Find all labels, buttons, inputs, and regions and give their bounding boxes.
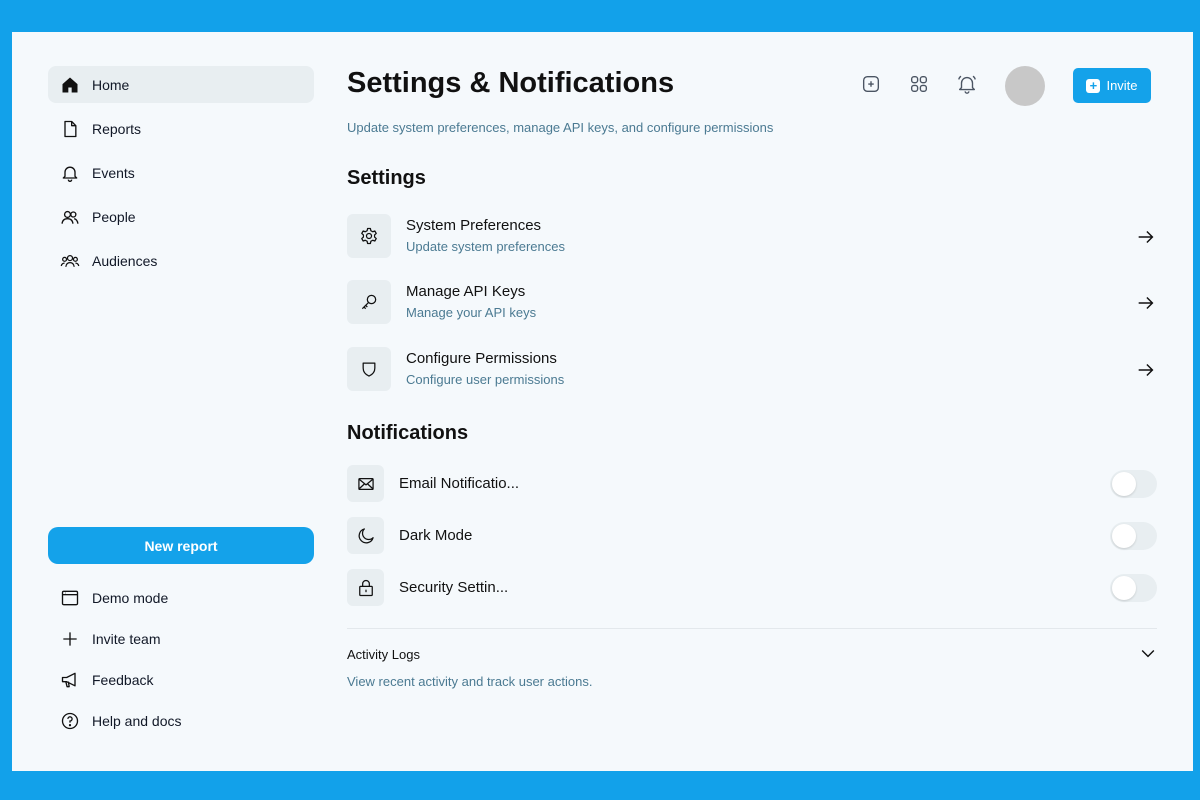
grid-icon[interactable] xyxy=(907,72,931,96)
notification-row-security: Security Settin... xyxy=(347,569,1157,607)
sidebar-item-audiences[interactable]: Audiences xyxy=(48,242,314,279)
activity-logs-title[interactable]: Activity Logs xyxy=(347,647,420,662)
gear-icon xyxy=(347,214,391,258)
setting-description: Configure user permissions xyxy=(406,372,565,387)
setting-row-manage-api-keys[interactable]: Manage API Keys Manage your API keys xyxy=(347,280,1157,326)
dark-mode-toggle[interactable] xyxy=(1110,522,1157,550)
security-settings-toggle[interactable] xyxy=(1110,574,1157,602)
page-subtitle: Update system preferences, manage API ke… xyxy=(347,120,774,135)
sidebar-item-people[interactable]: People xyxy=(48,198,314,235)
arrow-right-icon xyxy=(1138,363,1154,377)
moon-icon xyxy=(347,517,384,554)
sidebar-item-label: Reports xyxy=(92,120,142,137)
arrow-right-icon xyxy=(1138,230,1154,244)
plus-icon: + xyxy=(1086,78,1101,93)
sidebar-item-demo-mode[interactable]: Demo mode xyxy=(48,579,314,616)
megaphone-icon xyxy=(60,670,80,690)
notification-label: Email Notificatio... xyxy=(399,475,520,492)
notifications-section-title: Notifications xyxy=(347,422,469,444)
sidebar-item-label: Invite team xyxy=(92,630,161,647)
bell-icon[interactable] xyxy=(955,72,979,96)
setting-row-configure-permissions[interactable]: Configure Permissions Configure user per… xyxy=(347,347,1157,393)
chevron-down-icon[interactable] xyxy=(1138,643,1158,663)
add-square-icon[interactable] xyxy=(859,72,883,96)
lock-icon xyxy=(347,569,384,606)
sidebar-item-label: Help and docs xyxy=(92,712,182,729)
app-window: Home Reports Events People Audiences New… xyxy=(12,32,1193,771)
invite-button[interactable]: + Invite xyxy=(1073,68,1151,103)
sidebar-item-reports[interactable]: Reports xyxy=(48,110,314,147)
notification-row-email: Email Notificatio... xyxy=(347,465,1157,503)
notification-label: Dark Mode xyxy=(399,527,473,544)
key-icon xyxy=(347,280,391,324)
email-notifications-toggle[interactable] xyxy=(1110,470,1157,498)
arrow-right-icon xyxy=(1138,296,1154,310)
toggle-knob xyxy=(1112,472,1136,496)
toggle-knob xyxy=(1112,524,1136,548)
divider xyxy=(347,628,1157,629)
setting-title: Configure Permissions xyxy=(406,350,557,367)
notification-label: Security Settin... xyxy=(399,579,509,596)
sidebar-item-help[interactable]: Help and docs xyxy=(48,702,314,739)
new-report-button[interactable]: New report xyxy=(48,527,314,564)
setting-description: Manage your API keys xyxy=(406,305,537,320)
mail-icon xyxy=(347,465,384,502)
toggle-knob xyxy=(1112,576,1136,600)
sidebar: Home Reports Events People Audiences New… xyxy=(48,66,314,746)
shield-icon xyxy=(347,347,391,391)
activity-logs-description: View recent activity and track user acti… xyxy=(347,674,593,689)
main-content: Settings & Notifications Update system p… xyxy=(347,32,1167,771)
bell-icon xyxy=(60,163,80,183)
sidebar-item-label: Events xyxy=(92,164,135,181)
sidebar-item-label: People xyxy=(92,208,136,225)
sidebar-item-label: Home xyxy=(92,76,130,93)
setting-title: System Preferences xyxy=(406,217,542,234)
sidebar-item-invite-team[interactable]: Invite team xyxy=(48,620,314,657)
page-title: Settings & Notifications xyxy=(347,67,675,99)
sidebar-item-label: Demo mode xyxy=(92,589,169,606)
avatar[interactable] xyxy=(1005,66,1045,106)
home-icon xyxy=(60,75,80,95)
sidebar-item-label: Audiences xyxy=(92,252,158,269)
window-icon xyxy=(60,588,80,608)
sidebar-item-label: Feedback xyxy=(92,671,154,688)
setting-description: Update system preferences xyxy=(406,239,565,254)
invite-label: Invite xyxy=(1106,78,1138,93)
settings-section-title: Settings xyxy=(347,167,426,189)
sidebar-item-events[interactable]: Events xyxy=(48,154,314,191)
file-icon xyxy=(60,119,80,139)
audience-icon xyxy=(60,251,80,271)
sidebar-item-home[interactable]: Home xyxy=(48,66,314,103)
users-icon xyxy=(60,207,80,227)
sidebar-item-feedback[interactable]: Feedback xyxy=(48,661,314,698)
setting-row-system-preferences[interactable]: System Preferences Update system prefere… xyxy=(347,214,1157,260)
setting-title: Manage API Keys xyxy=(406,283,526,300)
plus-icon xyxy=(60,629,80,649)
help-circle-icon xyxy=(60,711,80,731)
notification-row-dark-mode: Dark Mode xyxy=(347,517,1157,555)
